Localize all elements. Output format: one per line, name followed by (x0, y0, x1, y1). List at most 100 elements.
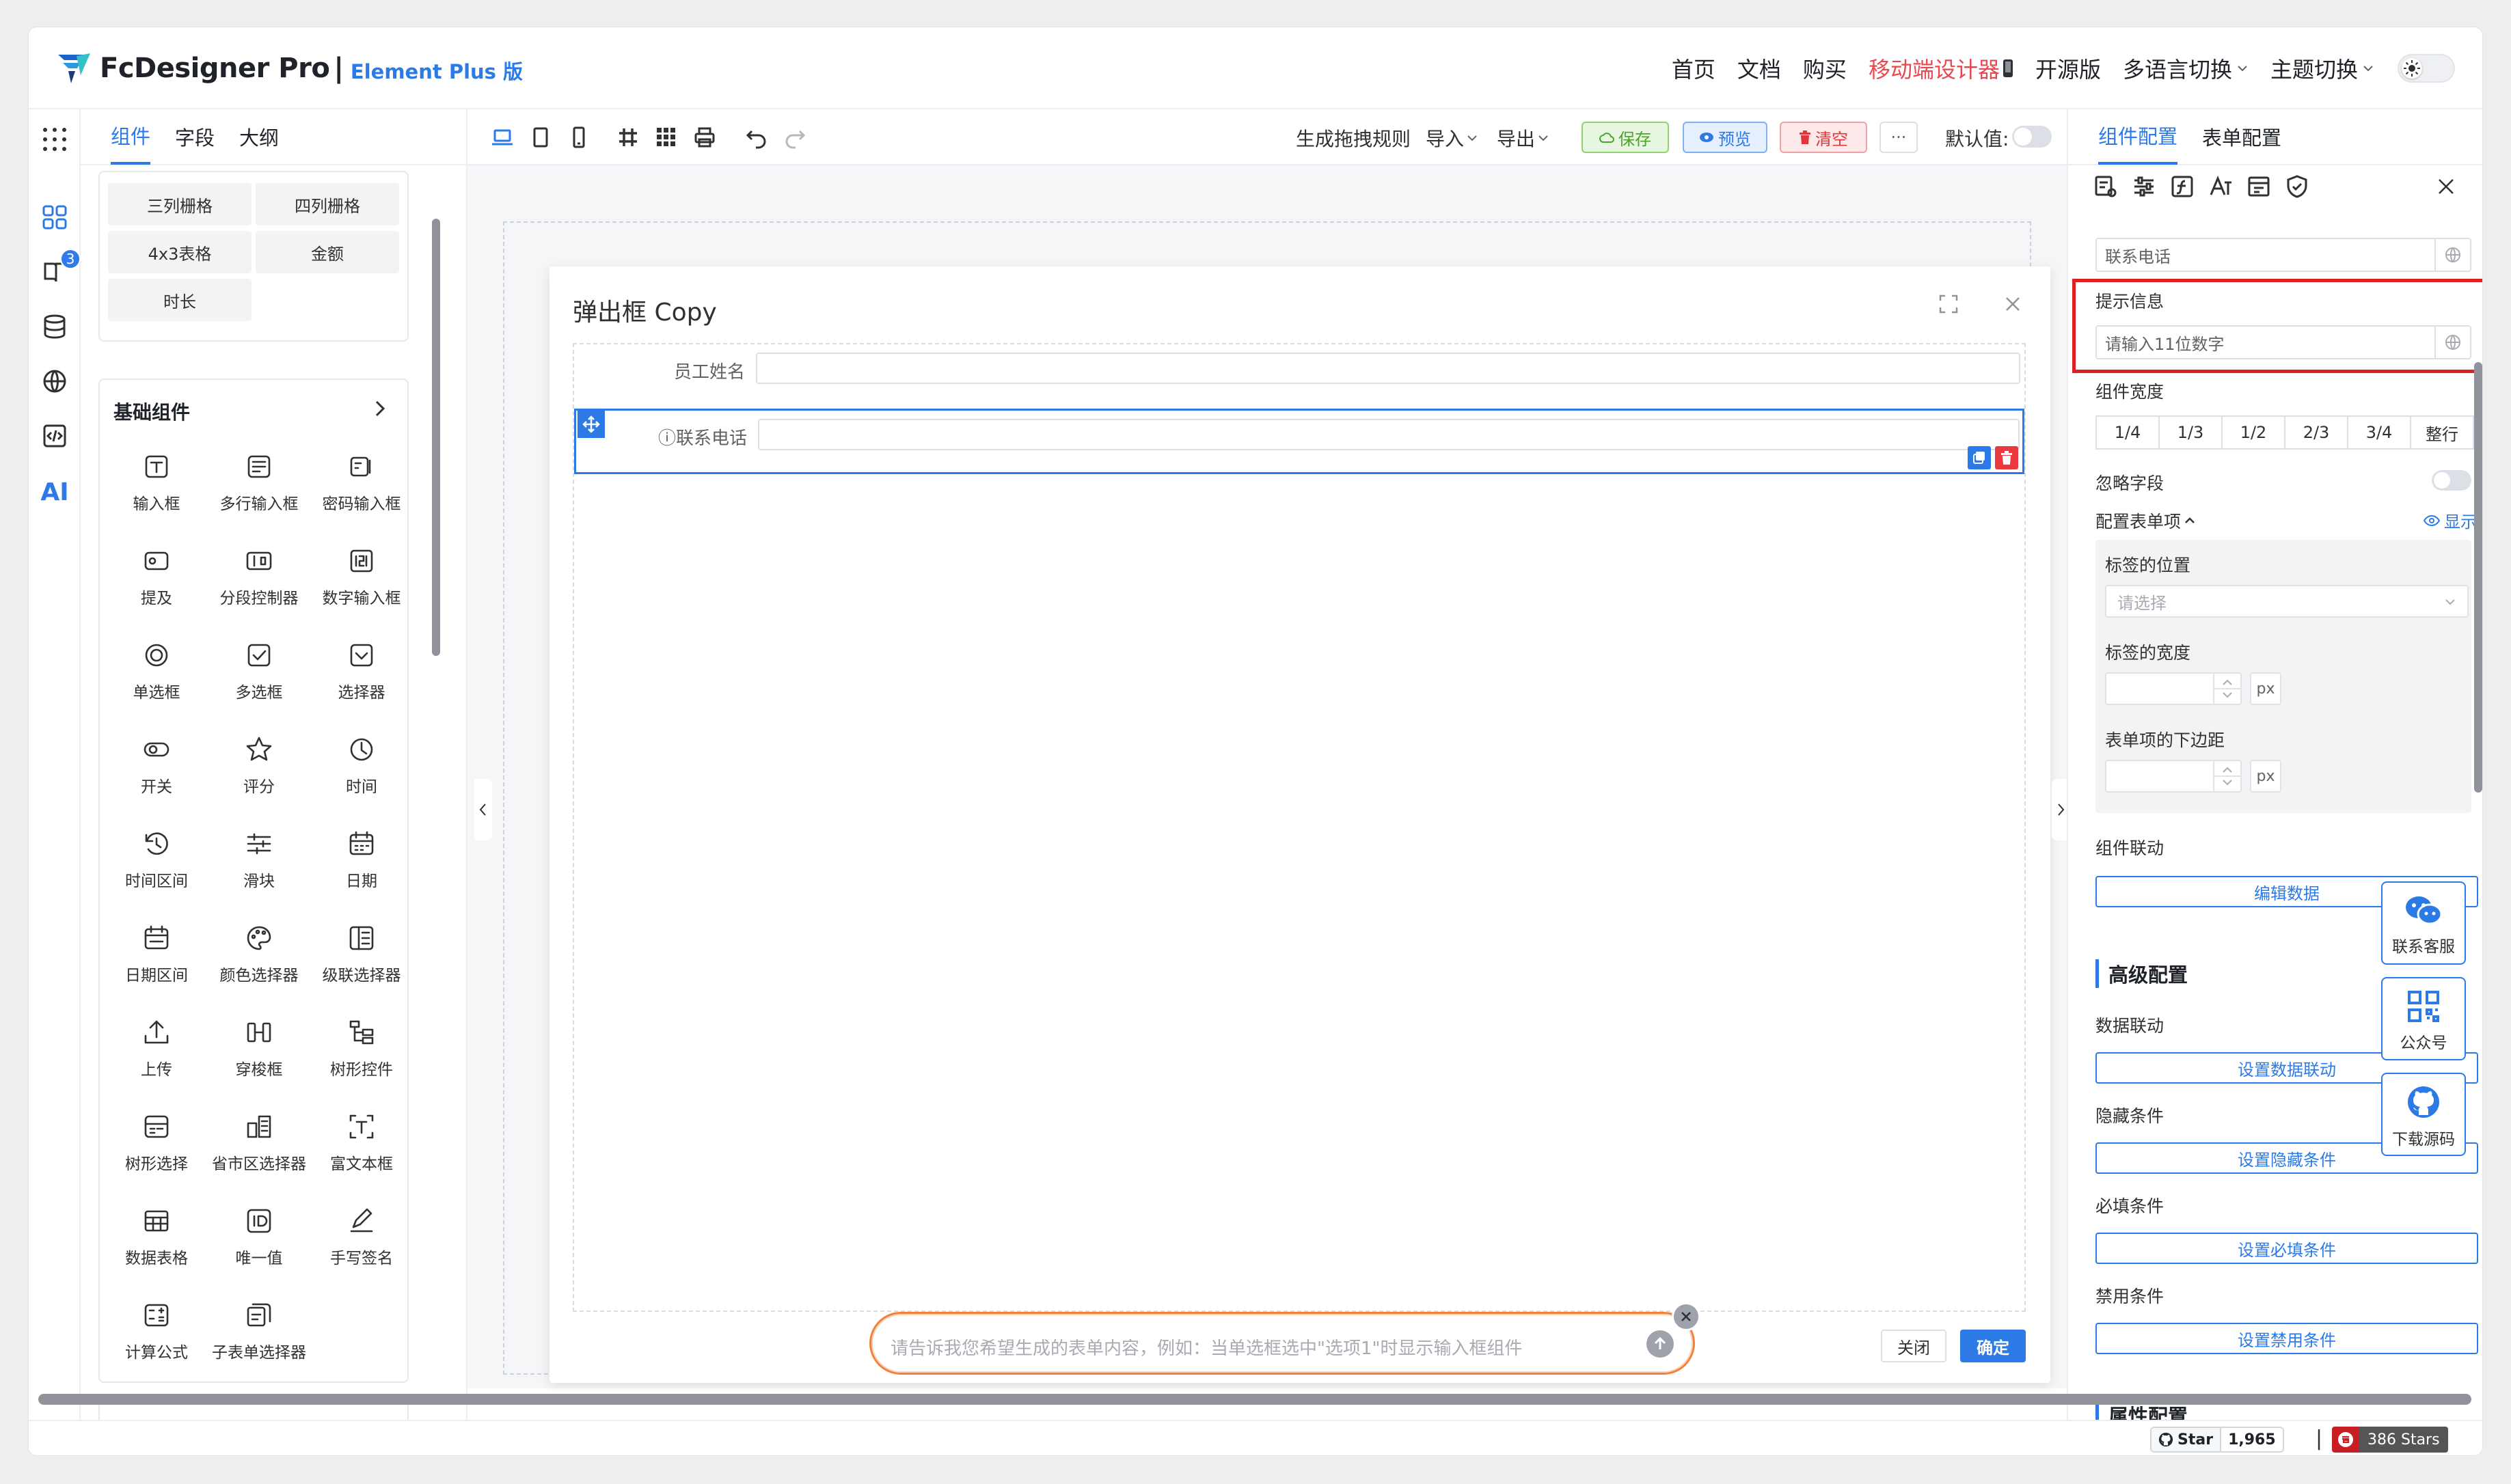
close-icon[interactable] (2001, 292, 2024, 316)
fullscreen-icon[interactable] (1937, 292, 1960, 316)
field-title-input[interactable]: 联系电话 (2095, 238, 2471, 272)
nav-theme[interactable]: 主题切换 (2270, 53, 2374, 84)
stepper-icon[interactable] (2213, 674, 2240, 704)
component-item[interactable]: 富文本框 (310, 1103, 413, 1185)
grid-hash-icon[interactable] (614, 123, 642, 152)
ai-prompt-box[interactable]: 请告诉我您希望生成的表单内容，例如：当单选框选中"选项1"时显示输入框组件 (869, 1312, 1695, 1375)
save-button[interactable]: 保存 (1582, 122, 1669, 153)
text-style-icon[interactable] (2206, 172, 2235, 201)
database-icon[interactable] (38, 310, 71, 343)
component-item[interactable]: 密码输入框 (310, 443, 413, 525)
tab-form-config[interactable]: 表单配置 (2202, 109, 2281, 165)
component-item[interactable]: 树形控件 (310, 1008, 413, 1090)
apps-grid-icon[interactable] (38, 123, 71, 156)
mobile-view-icon[interactable] (565, 123, 593, 152)
nav-docs[interactable]: 文档 (1737, 53, 1781, 84)
contact-support-widget[interactable]: 联系客服 (2381, 881, 2466, 965)
config-panel-scrollbar[interactable] (2474, 362, 2482, 793)
component-item[interactable]: 数据表格 (105, 1197, 208, 1279)
tablet-view-icon[interactable] (526, 123, 555, 152)
component-item[interactable]: 提及 (105, 537, 208, 619)
component-item[interactable]: 选择器 (310, 631, 413, 713)
component-item[interactable]: 开关 (105, 726, 208, 808)
print-icon[interactable] (690, 123, 719, 152)
ai-button[interactable]: AI (38, 478, 71, 506)
component-4x3-table[interactable]: 4x3表格 (108, 231, 252, 273)
phone-input[interactable] (758, 419, 2020, 450)
collapse-left-handle[interactable] (474, 779, 492, 840)
tab-component-config[interactable]: 组件配置 (2098, 109, 2178, 165)
chevron-right-icon[interactable] (369, 398, 391, 420)
nav-home[interactable]: 首页 (1672, 53, 1715, 84)
item-margin-input[interactable] (2105, 760, 2242, 793)
width-third[interactable]: 1/3 (2158, 415, 2223, 450)
close-icon[interactable] (2432, 172, 2460, 201)
component-item[interactable]: 树形选择 (105, 1103, 208, 1185)
copy-button[interactable] (1968, 446, 1991, 469)
logo[interactable]: FcDesigner Pro | Element Plus 版 (56, 51, 523, 86)
delete-button[interactable] (1995, 446, 2018, 469)
component-item[interactable]: 日期区间 (105, 914, 208, 996)
component-item[interactable]: 颜色选择器 (208, 914, 310, 996)
ai-close-button[interactable] (1672, 1302, 1700, 1331)
component-item[interactable]: 评分 (208, 726, 310, 808)
clear-button[interactable]: 清空 (1780, 122, 1867, 153)
component-item[interactable]: 数字输入框 (310, 537, 413, 619)
component-four-column-grid[interactable]: 四列栅格 (256, 183, 399, 225)
form-settings-icon[interactable] (2091, 172, 2120, 201)
component-item[interactable]: 上传 (105, 1008, 208, 1090)
ignore-field-switch[interactable] (2432, 470, 2471, 491)
component-item[interactable]: 多行输入框 (208, 443, 310, 525)
form-item-show-toggle[interactable]: 显示 (2424, 508, 2477, 532)
download-source-widget[interactable]: 下载源码 (2381, 1073, 2466, 1156)
export-dropdown[interactable]: 导出 (1497, 124, 1549, 152)
dialog-ok-button[interactable]: 确定 (1960, 1330, 2026, 1362)
stepper-icon[interactable] (2213, 761, 2240, 791)
component-item[interactable]: 穿梭框 (208, 1008, 310, 1090)
globe-icon[interactable] (2434, 239, 2470, 271)
import-dropdown[interactable]: 导入 (1426, 124, 1478, 152)
label-width-input[interactable] (2105, 672, 2242, 705)
form-item-config-toggle[interactable]: 配置表单项 (2095, 508, 2196, 533)
gitee-stars-badge[interactable]: 386 Stars (2332, 1427, 2448, 1453)
component-item[interactable]: 子表单选择器 (208, 1291, 310, 1373)
theme-toggle[interactable] (2398, 54, 2455, 83)
nav-language[interactable]: 多语言切换 (2123, 53, 2249, 84)
component-amount[interactable]: 金额 (256, 231, 399, 273)
grid-dots-icon[interactable] (652, 123, 681, 152)
undo-icon[interactable] (742, 123, 771, 152)
function-icon[interactable] (2168, 172, 2197, 201)
nav-open-source[interactable]: 开源版 (2035, 53, 2101, 84)
official-account-widget[interactable]: 公众号 (2381, 977, 2466, 1060)
width-quarter[interactable]: 1/4 (2095, 415, 2160, 450)
component-item[interactable]: 时间 (310, 726, 413, 808)
default-value-switch[interactable] (2012, 126, 2052, 148)
layout-icon[interactable] (2244, 172, 2273, 201)
component-item[interactable]: 输入框 (105, 443, 208, 525)
ai-send-button[interactable] (1646, 1330, 1674, 1358)
nav-mobile-designer[interactable]: 移动端设计器 (1869, 53, 2013, 84)
component-item[interactable]: 唯一值 (208, 1197, 310, 1279)
form-row-employee-name[interactable]: 员工姓名 (574, 344, 2024, 402)
width-three-quarters[interactable]: 3/4 (2347, 415, 2411, 450)
component-item[interactable]: 单选框 (105, 631, 208, 713)
set-disabled-condition-button[interactable]: 设置禁用条件 (2095, 1323, 2478, 1354)
component-three-column-grid[interactable]: 三列栅格 (108, 183, 252, 225)
generate-rules-button[interactable]: 生成拖拽规则 (1296, 124, 1411, 152)
component-item[interactable]: 日期 (310, 820, 413, 902)
redo-icon[interactable] (781, 123, 809, 152)
preview-button[interactable]: 预览 (1683, 122, 1767, 153)
set-required-condition-button[interactable]: 设置必填条件 (2095, 1233, 2478, 1264)
label-position-select[interactable]: 请选择 (2105, 585, 2469, 618)
component-panel-scrollbar[interactable] (432, 219, 440, 656)
tab-fields[interactable]: 字段 (175, 109, 215, 165)
github-star-badge[interactable]: Star 1,965 (2150, 1427, 2284, 1453)
more-button[interactable]: ··· (1879, 122, 1918, 153)
dialog-cancel-button[interactable]: 关闭 (1881, 1330, 1946, 1362)
width-two-thirds[interactable]: 2/3 (2284, 415, 2348, 450)
employee-name-input[interactable] (756, 353, 2020, 384)
component-item[interactable]: 手写签名 (310, 1197, 413, 1279)
shield-icon[interactable] (2283, 172, 2311, 201)
component-item[interactable]: 级联选择器 (310, 914, 413, 996)
tab-components[interactable]: 组件 (111, 109, 151, 165)
